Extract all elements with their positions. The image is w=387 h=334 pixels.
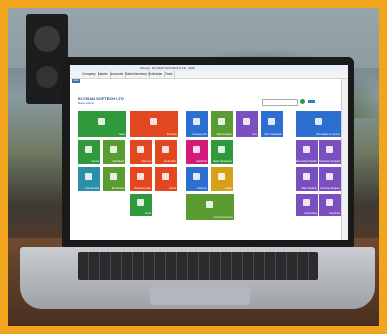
tile-icon (218, 118, 225, 125)
tile-item-transaction[interactable]: Item Transaction (261, 111, 283, 137)
tile-label: Transaction Analysis (319, 160, 340, 163)
tile-icon (137, 146, 144, 153)
menu-tools[interactable]: Tools (163, 71, 176, 78)
tile-label: Contra (168, 187, 176, 190)
window-title: Shreeji · ELYSIAN SOFTECH LTD - ERP (140, 66, 195, 70)
tile-icon (268, 118, 275, 125)
tile-receivable-vs-income[interactable]: Receivable vs Income (296, 111, 341, 137)
tile-item[interactable]: Item (236, 111, 258, 137)
tile-label: Bank Transaction (213, 160, 232, 163)
search-icon[interactable] (300, 99, 305, 104)
tile-cashbook[interactable]: Cashbook (186, 140, 208, 164)
tile-icon (193, 173, 200, 180)
tile-cash-receipt[interactable]: Cash Receipt (78, 167, 100, 191)
laptop-keyboard (78, 252, 318, 280)
user-subtitle: Ravi+Admin (78, 101, 95, 105)
tile-icon (193, 118, 200, 125)
tile-icon (193, 146, 200, 153)
tile-icon (218, 146, 225, 153)
tile-label: Stock (145, 212, 151, 215)
app-screen: Shreeji · ELYSIAN SOFTECH LTD - ERP Comp… (70, 65, 348, 240)
tile-icon (162, 146, 169, 153)
tile-icon (326, 146, 333, 153)
tile-label: Company Info (192, 133, 207, 136)
tile-customer[interactable]: Customer (186, 167, 208, 191)
menu-bar: Company Master Accounts Sales/Inventory … (70, 71, 348, 79)
tile-bank-reconcile[interactable]: Bank Reconcile (130, 167, 152, 191)
tile-icon (98, 118, 105, 125)
tile-account-summary[interactable]: Account Summary (186, 194, 234, 220)
tile-label: Journal (91, 160, 99, 163)
tile-purchase-register[interactable]: Purchase Register (319, 167, 341, 191)
tile-contra[interactable]: Contra (155, 167, 177, 191)
tile-icon (162, 173, 169, 180)
tile-icon (303, 173, 310, 180)
tile-icon (206, 201, 213, 208)
tile-cash-book[interactable]: Cash Book (103, 140, 125, 164)
tile-label: Sales (119, 133, 125, 136)
tile-journal[interactable]: Journal (78, 140, 100, 164)
tile-purchase[interactable]: Purchase (130, 111, 178, 137)
tile-label: Sales Register (301, 187, 317, 190)
tile-label: Outstanding (304, 212, 317, 215)
tile-label: Account Summary (213, 216, 233, 219)
tile-icon (110, 173, 117, 180)
toggle-icon[interactable] (308, 100, 315, 103)
tile-label: Cash Book (112, 160, 124, 163)
right-side-panel (341, 79, 348, 240)
laptop-trackpad (150, 283, 250, 305)
tile-transaction-analysis[interactable]: Transaction Analysis (319, 140, 341, 164)
tile-sales[interactable]: Sales (78, 111, 126, 137)
tile-day-book[interactable]: Day Book (319, 194, 341, 216)
tile-label: Receivable Payable (296, 160, 317, 163)
tile-icon (303, 199, 310, 206)
tile-icon (85, 146, 92, 153)
tile-icon (315, 118, 322, 125)
tile-icon (110, 146, 117, 153)
tile-icon (326, 199, 333, 206)
tile-sales-register[interactable]: Sales Register (211, 111, 233, 137)
tile-label: Sales Register (216, 133, 232, 136)
tile-label: Purchase Register (320, 187, 340, 190)
tile-label: Item (252, 133, 257, 136)
tile-bank-transaction[interactable]: Bank Transaction (211, 140, 233, 164)
tile-label: Cash Receipt (84, 187, 99, 190)
tile-outstanding[interactable]: Outstanding (296, 194, 318, 216)
tile-label: Day Book (329, 212, 340, 215)
tile-icon (85, 173, 92, 180)
tile-label: Cashbook (196, 160, 207, 163)
tile-icon (218, 173, 225, 180)
search-input[interactable] (262, 99, 298, 106)
tile-icon (303, 146, 310, 153)
tile-label: Ledger (224, 187, 232, 190)
tile-label: Payment (141, 160, 151, 163)
tile-stock[interactable]: Stock (130, 194, 152, 216)
tile-label: Credit Note (163, 160, 176, 163)
tile-company-info[interactable]: Company Info (186, 111, 208, 137)
tile-payment[interactable]: Payment (130, 140, 152, 164)
tile-label: Purchase (166, 133, 177, 136)
tile-label: Customer (196, 187, 207, 190)
tile-sales-register-2[interactable]: Sales Register (296, 167, 318, 191)
tile-bill-receipt[interactable]: Bill Receipt (103, 167, 125, 191)
tile-label: Bank Reconcile (134, 187, 151, 190)
help-button[interactable]: Help (72, 79, 80, 83)
tile-ledger[interactable]: Ledger (211, 167, 233, 191)
tile-label: Item Transaction (264, 133, 282, 136)
tile-icon (243, 118, 250, 125)
tile-receivable-payable[interactable]: Receivable Payable (296, 140, 318, 164)
tile-credit-note[interactable]: Credit Note (155, 140, 177, 164)
tile-icon (326, 173, 333, 180)
tile-label: Bill Receipt (112, 187, 124, 190)
tile-icon (137, 199, 144, 206)
tile-icon (137, 173, 144, 180)
tile-icon (150, 118, 157, 125)
tile-label: Receivable vs Income (316, 133, 340, 136)
